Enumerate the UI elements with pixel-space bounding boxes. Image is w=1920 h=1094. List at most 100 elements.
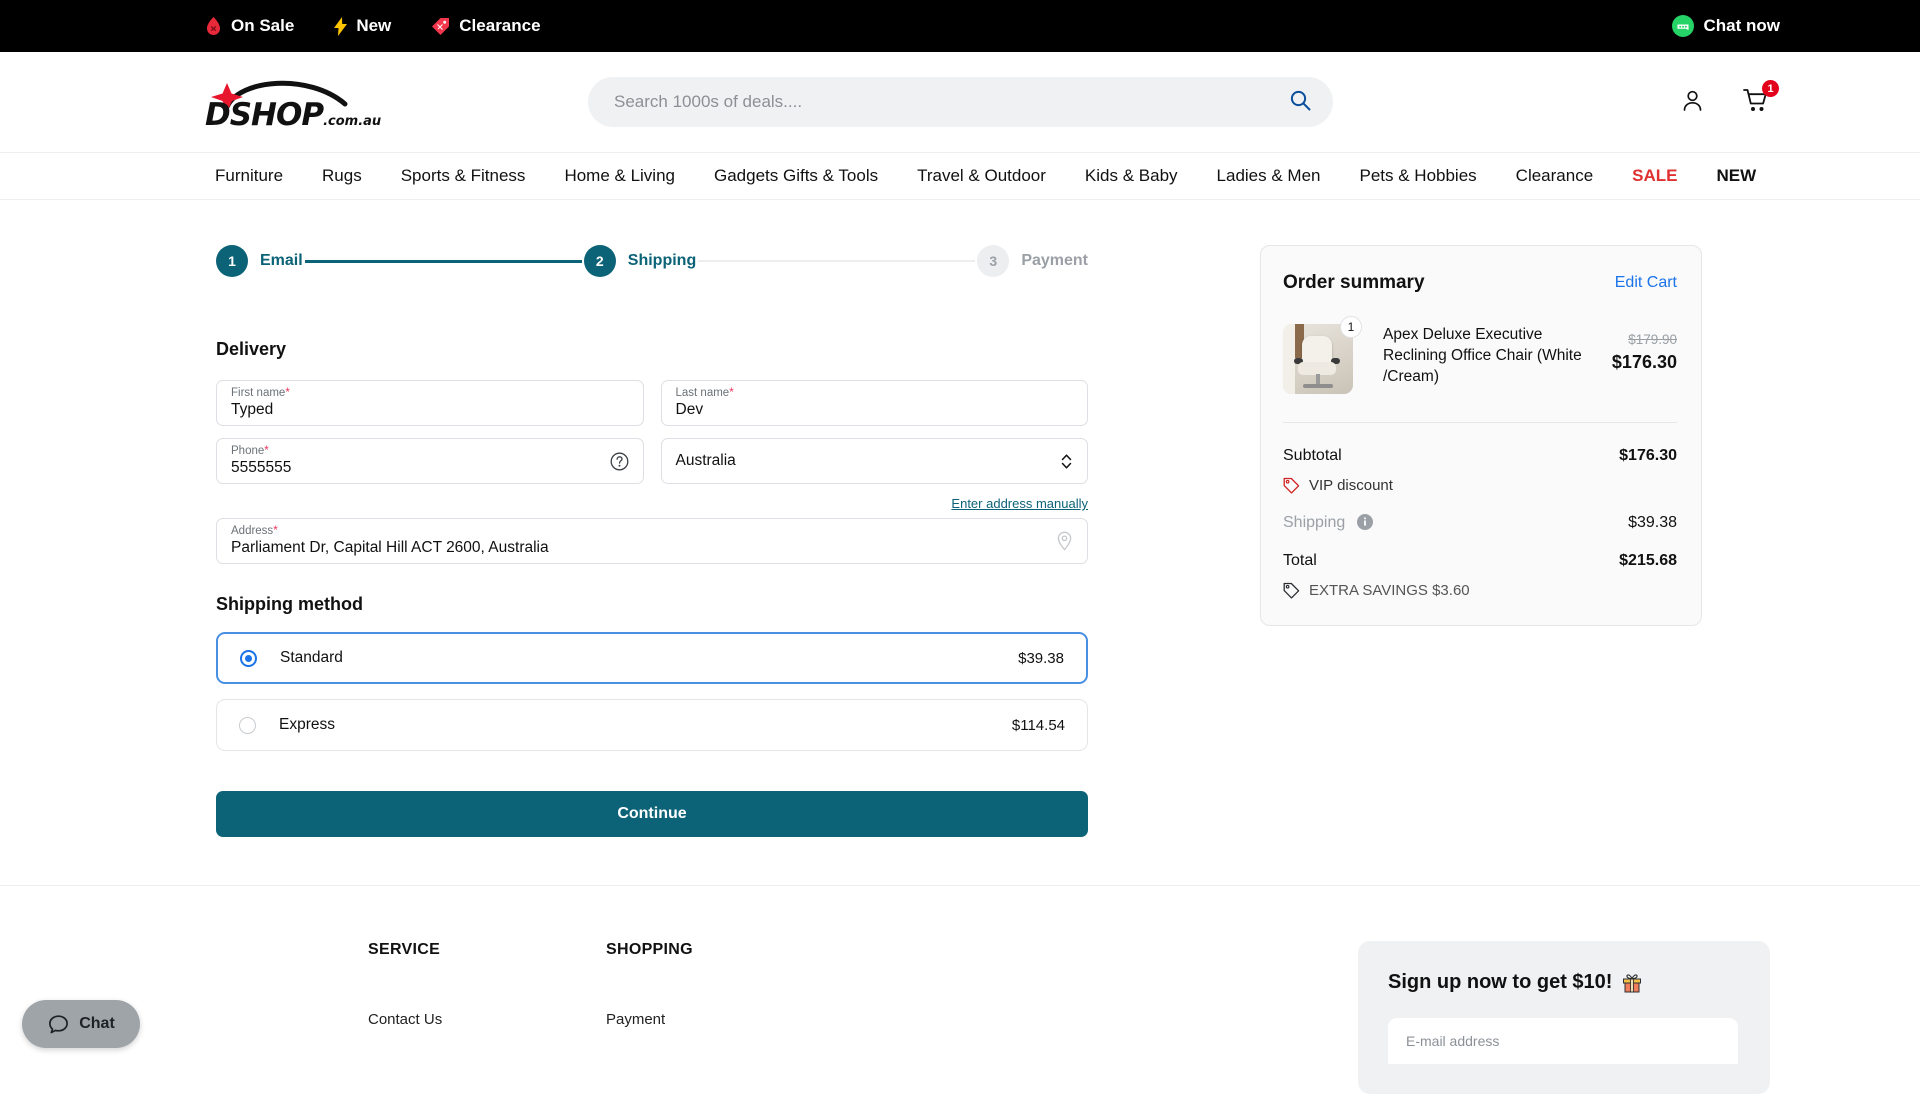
required-marker: *: [273, 525, 277, 537]
footer-link-payment[interactable]: Payment: [606, 1011, 844, 1028]
nav-item-sports-fitness[interactable]: Sports & Fitness: [401, 166, 526, 186]
promo-link-on-sale[interactable]: On Sale: [205, 16, 294, 36]
account-button[interactable]: [1680, 88, 1705, 116]
country-value: Australia: [676, 452, 736, 470]
info-icon[interactable]: [1357, 514, 1373, 530]
footer-column-shopping: SHOPPING Payment: [606, 941, 844, 1094]
nav-item-ladies-men[interactable]: Ladies & Men: [1217, 166, 1321, 186]
search-icon: [1290, 90, 1311, 111]
product-current-price: $176.30: [1612, 352, 1677, 373]
cart-count-badge: 1: [1762, 80, 1779, 97]
vip-discount-label: VIP discount: [1309, 477, 1393, 494]
promo-links: On Sale New Clearance: [205, 16, 541, 36]
nav-item-furniture[interactable]: Furniture: [215, 166, 283, 186]
subtotal-value: $176.30: [1619, 447, 1677, 465]
order-summary-card: Order summary Edit Cart 1 Apex Deluxe Ex…: [1260, 245, 1702, 626]
header-actions: 1: [1680, 88, 1770, 116]
footer-column-service: SERVICE Contact Us: [368, 941, 606, 1094]
first-name-label: First name*: [231, 387, 629, 400]
continue-button[interactable]: Continue: [216, 791, 1088, 837]
edit-cart-link[interactable]: Edit Cart: [1615, 274, 1677, 292]
nav-item-travel-outdoor[interactable]: Travel & Outdoor: [917, 166, 1046, 186]
country-select[interactable]: Australia: [661, 438, 1089, 484]
footer-link-contact-us[interactable]: Contact Us: [368, 1011, 606, 1028]
shipping-option-express[interactable]: Express $114.54: [216, 699, 1088, 751]
shipping-method-title: Shipping method: [216, 594, 1088, 615]
cart-button[interactable]: 1: [1743, 88, 1770, 116]
tag-icon: [1283, 477, 1300, 494]
newsletter-signup: Sign up now to get $10!: [1358, 941, 1770, 1094]
last-name-label: Last name*: [676, 387, 1074, 400]
nav-item-kids-baby[interactable]: Kids & Baby: [1085, 166, 1178, 186]
question-circle-icon[interactable]: [610, 452, 629, 476]
checkout-form-column: 1 Email 2 Shipping 3 Payment Delivery Fi…: [216, 245, 1088, 837]
first-name-field[interactable]: First name*: [216, 380, 644, 426]
site-logo[interactable]: DSHOP.com.au: [205, 71, 380, 133]
newsletter-email-input[interactable]: [1388, 1018, 1738, 1064]
map-pin-icon: [1056, 531, 1073, 556]
logo-wordmark: DSHOP.com.au: [205, 100, 381, 131]
newsletter-title: Sign up now to get $10!: [1388, 971, 1738, 994]
nav-item-new[interactable]: NEW: [1717, 166, 1757, 186]
step-payment: 3 Payment: [977, 245, 1088, 277]
shipping-option-price: $39.38: [1018, 650, 1064, 667]
nav-item-sale[interactable]: SALE: [1632, 166, 1677, 186]
required-marker: *: [285, 387, 289, 399]
nav-item-gadgets-gifts-tools[interactable]: Gadgets Gifts & Tools: [714, 166, 878, 186]
order-line-item: 1 Apex Deluxe Executive Reclining Office…: [1283, 324, 1677, 423]
search-input[interactable]: [588, 77, 1333, 127]
step-label: Payment: [1021, 252, 1088, 270]
enter-address-manually-link[interactable]: Enter address manually: [951, 496, 1088, 511]
order-summary-header: Order summary Edit Cart: [1283, 272, 1677, 294]
product-original-price: $179.90: [1612, 332, 1677, 347]
last-name-field[interactable]: Last name*: [661, 380, 1089, 426]
total-row: Total $215.68: [1283, 552, 1677, 570]
phone-input[interactable]: [231, 459, 629, 477]
address-input[interactable]: [231, 539, 1047, 557]
shipping-label: Shipping: [1283, 514, 1373, 532]
step-number: 3: [977, 245, 1009, 277]
order-summary-column: Order summary Edit Cart 1 Apex Deluxe Ex…: [1260, 245, 1702, 837]
site-header: DSHOP.com.au 1: [0, 52, 1920, 152]
manual-address-row: Enter address manually: [216, 496, 1088, 511]
required-marker: *: [729, 387, 733, 399]
nav-item-clearance[interactable]: Clearance: [1516, 166, 1594, 186]
first-name-input[interactable]: [231, 401, 629, 419]
chevron-updown-icon: [1060, 452, 1073, 471]
step-shipping[interactable]: 2 Shipping: [584, 245, 696, 277]
extra-savings-label: EXTRA SAVINGS $3.60: [1309, 582, 1470, 599]
search-button[interactable]: [1290, 90, 1311, 114]
logo-suffix: .com.au: [323, 114, 381, 129]
radio-standard[interactable]: [240, 650, 257, 667]
nav-item-pets-hobbies[interactable]: Pets & Hobbies: [1359, 166, 1476, 186]
promo-link-label: Clearance: [459, 16, 540, 36]
shipping-option-name: Express: [279, 716, 1012, 734]
step-email[interactable]: 1 Email: [216, 245, 303, 277]
phone-field[interactable]: Phone*: [216, 438, 644, 484]
user-icon: [1680, 88, 1705, 113]
order-summary-title: Order summary: [1283, 272, 1425, 294]
extra-savings-row: EXTRA SAVINGS $3.60: [1283, 582, 1677, 599]
footer-heading: SERVICE: [368, 941, 606, 959]
radio-express[interactable]: [239, 717, 256, 734]
chat-now-button[interactable]: Chat now: [1672, 15, 1781, 37]
phone-country-row: Phone* Australia: [216, 438, 1088, 484]
shipping-option-standard[interactable]: Standard $39.38: [216, 632, 1088, 684]
fire-drop-icon: [205, 17, 222, 36]
promo-link-label: New: [356, 16, 391, 36]
address-field[interactable]: Address*: [216, 518, 1088, 564]
subtotal-label: Subtotal: [1283, 447, 1342, 465]
search-container: [588, 77, 1333, 127]
last-name-input[interactable]: [676, 401, 1074, 419]
promo-link-clearance[interactable]: Clearance: [431, 16, 540, 36]
nav-item-rugs[interactable]: Rugs: [322, 166, 362, 186]
gift-icon: [1621, 972, 1643, 994]
nav-item-home-living[interactable]: Home & Living: [564, 166, 675, 186]
chat-widget-label: Chat: [79, 1015, 115, 1033]
promo-link-label: On Sale: [231, 16, 294, 36]
shipping-option-name: Standard: [280, 649, 1018, 667]
chat-now-label: Chat now: [1704, 16, 1781, 36]
chat-widget-button[interactable]: Chat: [22, 1000, 140, 1048]
step-connector-1: [305, 260, 582, 263]
promo-link-new[interactable]: New: [334, 16, 391, 36]
